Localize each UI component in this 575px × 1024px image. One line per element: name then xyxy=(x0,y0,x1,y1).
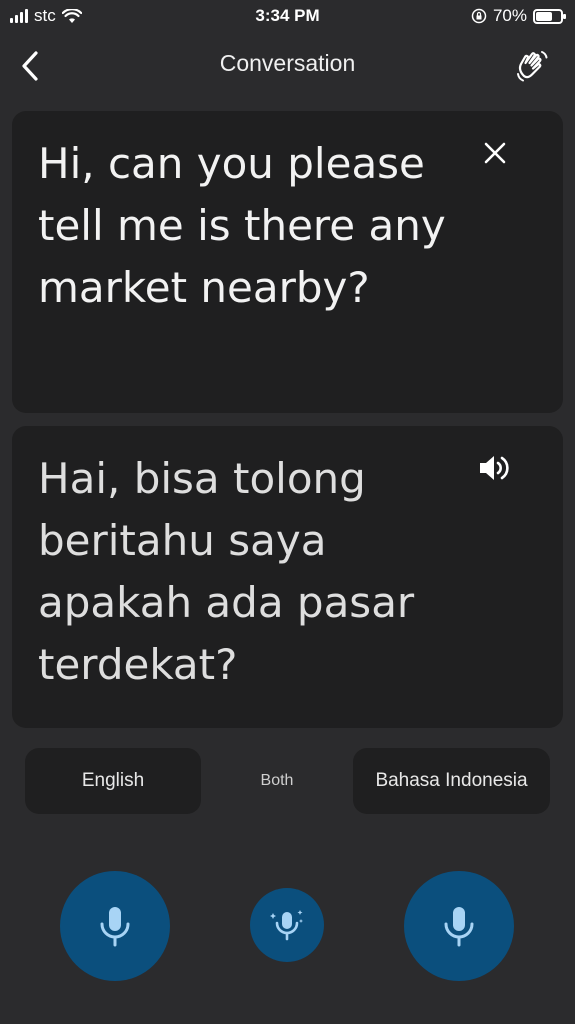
battery-fill xyxy=(536,11,553,21)
orientation-lock-icon xyxy=(471,8,487,24)
nav-bar: Conversation xyxy=(0,34,575,98)
mic-indonesian-button[interactable] xyxy=(404,871,514,981)
battery-icon xyxy=(533,8,566,24)
source-text-card: Hi, can you please tell me is there any … xyxy=(12,111,563,413)
language-both-button[interactable]: Both xyxy=(237,748,317,814)
source-text: Hi, can you please tell me is there any … xyxy=(38,139,446,312)
translated-text: Hai, bisa tolong beritahu saya apakah ad… xyxy=(38,454,415,689)
translated-text-card: Hai, bisa tolong beritahu saya apakah ad… xyxy=(12,426,563,728)
page-title: Conversation xyxy=(219,50,356,76)
clear-button[interactable] xyxy=(477,135,513,171)
speak-button[interactable] xyxy=(477,450,513,486)
status-bar: stc 3:34 PM 70% xyxy=(0,0,575,32)
speaker-icon xyxy=(480,456,509,480)
language-row: English Both Bahasa Indonesia xyxy=(0,748,575,816)
language-indonesian-button[interactable]: Bahasa Indonesia xyxy=(353,748,550,814)
microphone-icon xyxy=(444,907,474,947)
close-icon xyxy=(484,142,506,164)
waving-hand-icon xyxy=(517,51,548,82)
mic-auto-button[interactable] xyxy=(250,888,324,962)
mic-english-button[interactable] xyxy=(60,871,170,981)
microphone-icon xyxy=(100,907,130,947)
battery-percent: 70% xyxy=(492,6,527,25)
language-english-button[interactable]: English xyxy=(25,748,201,814)
auto-microphone-icon xyxy=(270,910,303,941)
status-right: 70% xyxy=(471,6,566,26)
waving-hand-button[interactable] xyxy=(509,44,555,88)
